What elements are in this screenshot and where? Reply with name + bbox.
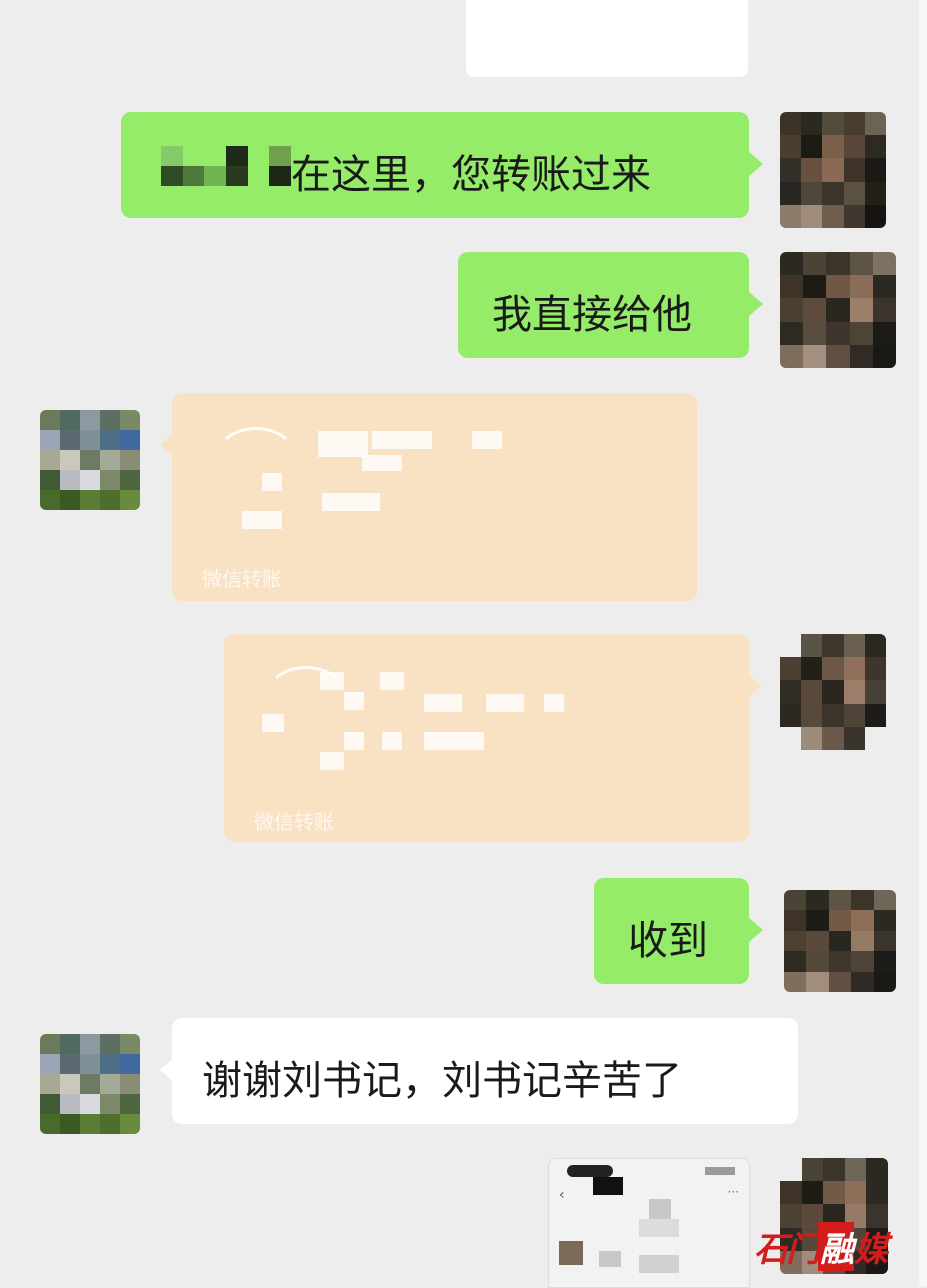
partial-message-bubble[interactable] [466, 0, 748, 77]
transfer-card-self[interactable]: 微信转账 [224, 634, 761, 842]
avatar-other[interactable] [40, 410, 140, 510]
message-bubble-other[interactable]: 谢谢刘书记，刘书记辛苦了 [160, 1018, 798, 1124]
avatar-self[interactable] [780, 634, 886, 750]
message-text: 我直接给他 [492, 292, 692, 338]
message-text: 在这里，您转账过来 [291, 152, 651, 198]
watermark-text-3: 媒 [854, 1230, 888, 1270]
scrollbar[interactable] [919, 0, 927, 1286]
watermark-text-1: 石门 [754, 1230, 820, 1270]
image-thumbnail-message[interactable]: ‹ ··· [548, 1158, 750, 1288]
message-bubble-self[interactable]: 我直接给他 [458, 252, 763, 358]
message-bubble-self[interactable]: 在这里，您转账过来 [121, 112, 763, 218]
transfer-card-other[interactable]: 微信转账 [160, 393, 697, 601]
watermark-logo: 石门融媒 [754, 1222, 888, 1271]
transfer-label: 微信转账 [254, 810, 334, 834]
back-icon: ‹ [559, 1187, 565, 1203]
redacted-name-mosaic [161, 146, 291, 186]
message-text: 谢谢刘书记，刘书记辛苦了 [202, 1058, 682, 1104]
avatar-self[interactable] [784, 890, 896, 992]
avatar-other[interactable] [40, 1034, 140, 1134]
avatar-self[interactable] [780, 252, 896, 368]
avatar-self[interactable] [780, 112, 886, 228]
message-text: 收到 [628, 918, 708, 964]
transfer-label: 微信转账 [202, 567, 282, 591]
watermark-text-2: 融 [818, 1222, 854, 1271]
message-bubble-self[interactable]: 收到 [594, 878, 763, 984]
